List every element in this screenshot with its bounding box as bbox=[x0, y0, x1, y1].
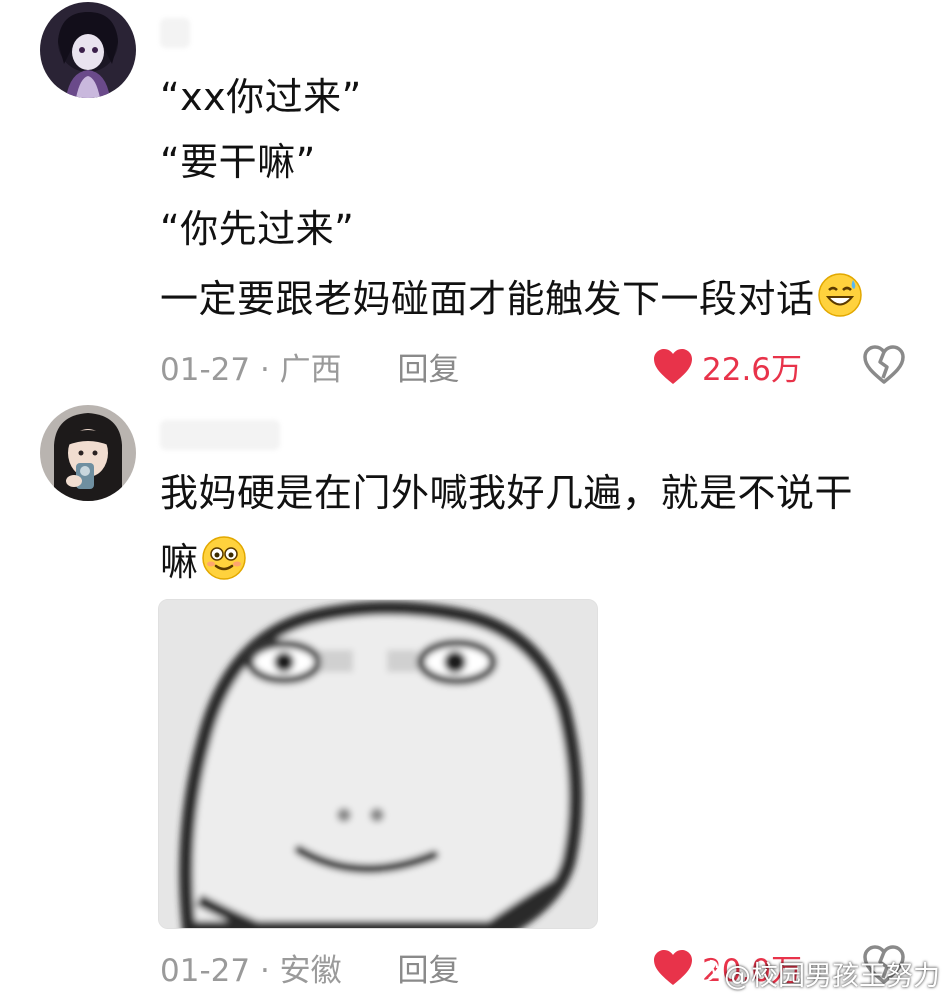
meta-separator: · bbox=[259, 352, 270, 388]
comment-date: 01-27 bbox=[160, 953, 251, 989]
comment-text-line: 我妈硬是在门外喊我好几遍，就是不说干 bbox=[160, 471, 854, 515]
grin-sweat-emoji bbox=[817, 272, 863, 330]
username-blurred[interactable] bbox=[160, 420, 280, 450]
broken-heart-icon bbox=[863, 345, 905, 384]
comment-text-line: 一定要跟老妈碰面才能触发下一段对话 bbox=[160, 272, 863, 330]
comment-meta: 01-27 · 广西 回复 bbox=[160, 344, 460, 389]
watermark-text: @校园男孩王努力 bbox=[724, 961, 940, 992]
reply-button[interactable]: 回复 bbox=[398, 352, 460, 388]
dislike-button[interactable] bbox=[862, 345, 906, 389]
comment-image[interactable] bbox=[158, 599, 598, 929]
blurry-smiling-face-sticker bbox=[159, 600, 597, 928]
weibo-watermark: @校园男孩王努力 bbox=[690, 954, 940, 993]
heart-filled-icon bbox=[654, 348, 692, 384]
comment-date: 01-27 bbox=[160, 352, 251, 388]
comment-location: 广西 bbox=[279, 352, 342, 388]
reply-button[interactable]: 回复 bbox=[398, 953, 460, 989]
meta-separator: · bbox=[259, 953, 270, 989]
anime-character-avatar-icon bbox=[40, 2, 136, 98]
comment-card: 我妈硬是在门外喊我好几遍，就是不说干 嘛 01-27 · 安徽 回复 20.0万 bbox=[0, 400, 948, 1005]
username-blurred[interactable] bbox=[160, 18, 190, 48]
girl-photo-avatar-icon bbox=[40, 405, 136, 501]
weibo-logo-icon bbox=[690, 957, 720, 990]
like-button[interactable]: 22.6万 bbox=[652, 344, 802, 389]
comment-text-line: 嘛 bbox=[160, 535, 247, 593]
comment-meta: 01-27 · 安徽 回复 bbox=[160, 945, 460, 990]
like-count: 22.6万 bbox=[702, 352, 803, 388]
awkward-smile-emoji bbox=[201, 535, 247, 593]
heart-filled-icon bbox=[654, 949, 692, 985]
comment-location: 安徽 bbox=[279, 953, 342, 989]
comment-text-line: “要干嘛” bbox=[160, 140, 316, 184]
user-avatar[interactable] bbox=[40, 2, 136, 98]
comment-text-line: “xx你过来” bbox=[160, 75, 362, 119]
comment-text-line: “你先过来” bbox=[160, 207, 355, 251]
comment-card: “xx你过来” “要干嘛” “你先过来” 一定要跟老妈碰面才能触发下一段对话 0… bbox=[0, 0, 948, 400]
user-avatar[interactable] bbox=[40, 405, 136, 501]
